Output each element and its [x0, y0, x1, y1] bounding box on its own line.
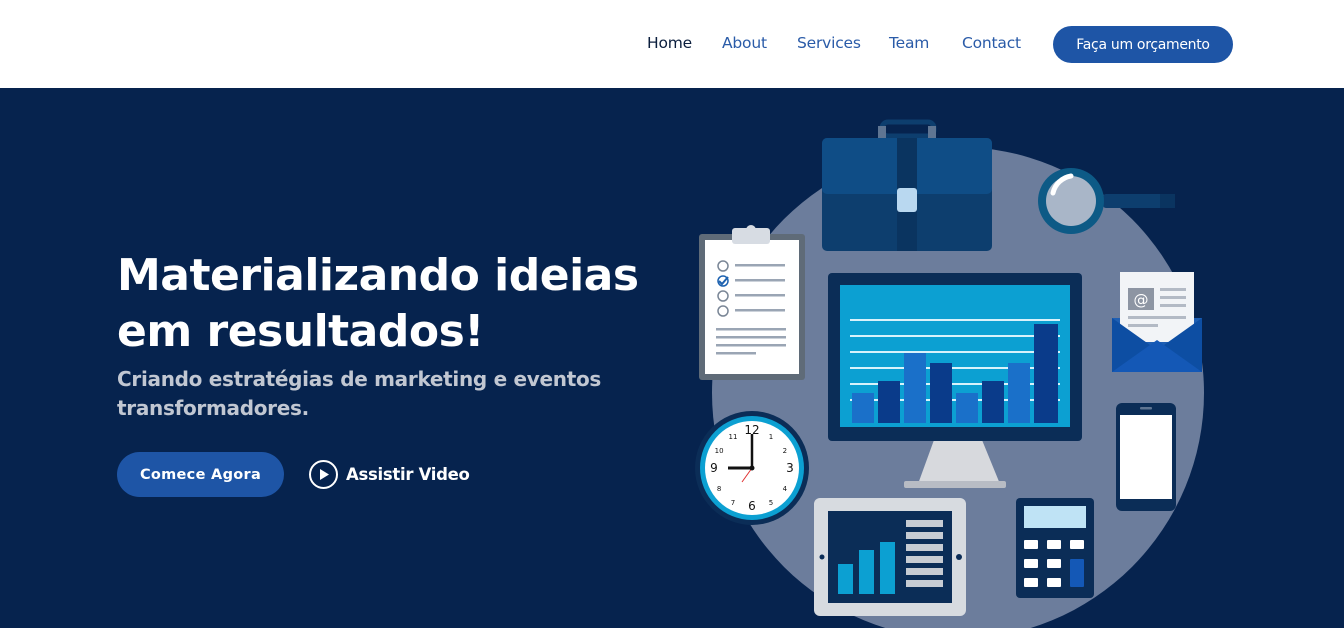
nav-home[interactable]: Home: [647, 34, 692, 52]
clipboard-icon: [699, 225, 805, 380]
nav-contact[interactable]: Contact: [962, 34, 1021, 52]
nav-about[interactable]: About: [722, 34, 767, 52]
calculator-icon: [1016, 498, 1094, 598]
clock-numeral: 3: [786, 461, 794, 475]
business-illustration: @ 12123 4 567891011: [695, 119, 1204, 628]
clock-numeral: 7: [731, 499, 735, 507]
envelope-icon: @: [1112, 272, 1202, 372]
quote-button[interactable]: Faça um orçamento: [1053, 26, 1233, 63]
email-at-symbol: @: [1134, 291, 1149, 309]
nav-team[interactable]: Team: [889, 34, 929, 52]
clock-icon: 12123 4 567891011: [695, 411, 809, 525]
clock-numeral: 9: [710, 461, 718, 475]
clock-numeral: 4: [783, 485, 788, 493]
clock-numeral: 8: [717, 485, 721, 493]
clock-numeral: 1: [769, 433, 773, 441]
clock-numeral: 5: [769, 499, 773, 507]
briefcase-icon: [822, 119, 992, 251]
tablet-chart-icon: [814, 498, 966, 616]
smartphone-icon: [1116, 403, 1176, 511]
clock-numeral: 6: [748, 499, 756, 513]
header-bar: Home About Services Team Contact Faça um…: [0, 0, 1344, 88]
clock-numeral: 2: [783, 447, 787, 455]
clock-numeral: 10: [715, 447, 724, 455]
nav-services[interactable]: Services: [797, 34, 861, 52]
hero-section: Materializando ideias em resultados! Cri…: [0, 88, 1344, 628]
clock-numeral: 11: [729, 433, 738, 441]
